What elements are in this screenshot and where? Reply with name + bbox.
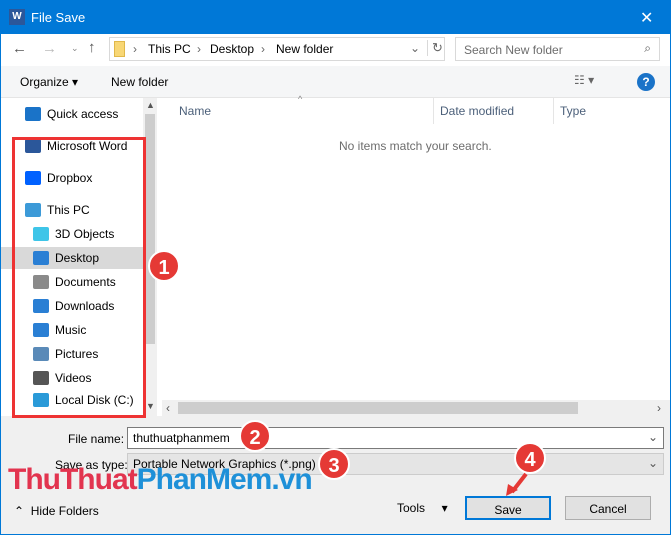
back-icon[interactable]: ← (12, 40, 27, 57)
watermark: ThuThuatPhanMem.vn (8, 463, 313, 497)
column-name[interactable]: Name (179, 104, 211, 118)
new-folder-button[interactable]: New folder (111, 75, 168, 89)
nav-item-label: Quick access (47, 107, 119, 121)
tools-label: Tools (397, 501, 426, 515)
column-date-modified[interactable]: Date modified (433, 98, 514, 124)
toolbar: Organize ▾ New folder ☷ ▾ ? (1, 66, 670, 98)
separator: › (261, 42, 265, 56)
folder-icon (114, 41, 125, 57)
annotation-badge-1: 1 (148, 250, 180, 282)
refresh-icon[interactable]: ↻ (427, 40, 443, 56)
sort-arrow-icon: ^ (298, 94, 303, 104)
view-options-icon[interactable]: ☷ ▾ (574, 73, 594, 87)
scroll-down-icon[interactable]: ▼ (146, 401, 155, 411)
chevron-down-icon[interactable]: ⌄ (648, 430, 658, 444)
hide-folders-label: Hide Folders (30, 504, 99, 518)
annotation-arrow (506, 472, 528, 496)
hscroll-thumb[interactable] (178, 402, 578, 414)
organize-label: Organize (20, 75, 69, 89)
scroll-up-icon[interactable]: ▲ (146, 100, 155, 110)
recent-dropdown-icon[interactable]: ⌄ (71, 43, 79, 54)
horizontal-scrollbar[interactable]: ‹ › (162, 400, 670, 416)
close-button[interactable]: ✕ (640, 8, 653, 28)
search-icon: ⌕ (644, 41, 651, 55)
organize-button[interactable]: Organize ▾ (20, 75, 78, 89)
annotation-badge-3: 3 (318, 448, 350, 480)
chevron-up-icon: ⌃ (14, 504, 25, 518)
word-icon: W (9, 9, 25, 25)
file-name-input[interactable]: thuthuatphanmem ⌄ (127, 427, 664, 449)
watermark-part1: ThuThuat (8, 463, 138, 496)
star-icon (25, 107, 41, 121)
window-title: File Save (31, 10, 86, 25)
annotation-badge-2: 2 (239, 420, 271, 452)
hide-folders-button[interactable]: ⌃ Hide Folders (14, 504, 99, 518)
cancel-button[interactable]: Cancel (565, 496, 651, 520)
column-type[interactable]: Type (553, 98, 586, 124)
separator: › (197, 42, 201, 56)
file-name-value: thuthuatphanmem (133, 431, 230, 445)
search-placeholder: Search New folder (464, 43, 563, 57)
annotation-box (12, 137, 146, 418)
file-name-label: File name: (68, 432, 125, 446)
scroll-right-icon[interactable]: › (657, 401, 661, 415)
empty-message: No items match your search. (339, 139, 492, 153)
separator: › (133, 42, 137, 56)
address-bar[interactable]: › This PC › Desktop › New folder ⌄ ↻ (109, 37, 445, 61)
scroll-left-icon[interactable]: ‹ (166, 401, 170, 415)
chevron-down-icon[interactable]: ⌄ (648, 456, 658, 470)
help-icon[interactable]: ? (637, 73, 655, 91)
address-dropdown-icon[interactable]: ⌄ (410, 41, 420, 55)
file-list-header: ^ Name Date modified Type (162, 94, 670, 124)
search-input[interactable]: Search New folder ⌕ (455, 37, 660, 61)
breadcrumb-this-pc[interactable]: This PC (148, 42, 191, 56)
nav-item[interactable]: Quick access (1, 103, 143, 125)
breadcrumb-new-folder[interactable]: New folder (276, 42, 333, 56)
forward-icon[interactable]: → (42, 40, 57, 57)
watermark-part2: PhanMem.vn (136, 463, 313, 496)
tools-button[interactable]: Tools ▾ (397, 501, 448, 515)
breadcrumb-desktop[interactable]: Desktop (210, 42, 254, 56)
scroll-thumb[interactable] (145, 114, 155, 344)
title-bar: W File Save ✕ (0, 0, 671, 34)
up-icon[interactable]: ↑ (88, 39, 96, 56)
